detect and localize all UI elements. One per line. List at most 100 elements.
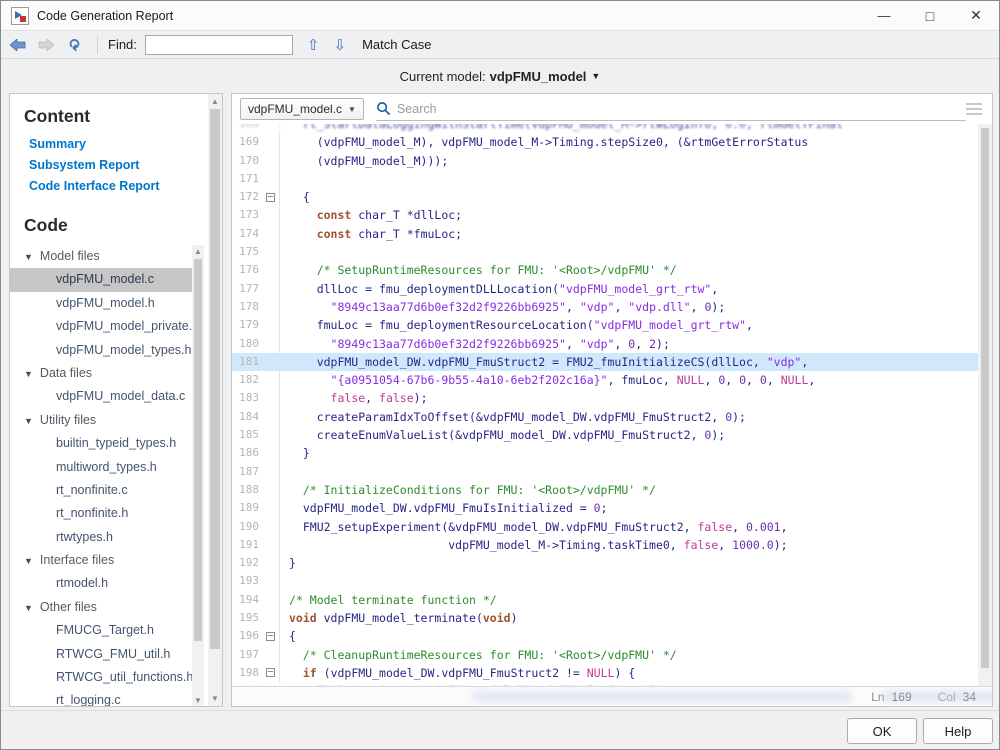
code-line[interactable]: 188 /* InitializeConditions for FMU: '<R… xyxy=(232,481,978,499)
caret-down-icon[interactable]: ▼ xyxy=(24,252,33,262)
menu-icon[interactable] xyxy=(966,100,982,118)
forward-icon[interactable] xyxy=(35,35,57,55)
caret-down-icon[interactable]: ▼ xyxy=(24,416,33,426)
fold-spacer xyxy=(264,243,279,261)
code-line[interactable]: 194/* Model terminate function */ xyxy=(232,591,978,609)
line-number: 189 xyxy=(232,499,264,517)
line-number: 180 xyxy=(232,335,264,353)
tree-group[interactable]: ▼Other files xyxy=(10,596,192,619)
code-line[interactable]: 184 createParamIdxToOffset(&vdpFMU_model… xyxy=(232,408,978,426)
code-line[interactable]: 183 false, false); xyxy=(232,389,978,407)
tree-file-item[interactable]: rt_nonfinite.c xyxy=(10,479,192,502)
find-next-icon[interactable]: ⇩ xyxy=(333,36,346,54)
code-line[interactable]: 171 xyxy=(232,170,978,188)
back-icon[interactable] xyxy=(7,35,29,55)
sidebar-scroll-down-icon[interactable]: ▼ xyxy=(208,694,222,703)
code-line[interactable]: 181 vdpFMU_model_DW.vdpFMU_FmuStruct2 = … xyxy=(232,353,978,371)
code-text: "8949c13aa77d6b0ef32d2f9226bb6925", "vdp… xyxy=(279,298,978,316)
fold-spacer xyxy=(264,499,279,517)
tree-file-item[interactable]: rtmodel.h xyxy=(10,572,192,595)
code-line[interactable]: 175 xyxy=(232,243,978,261)
code-line[interactable]: 179 fmuLoc = fmu_deploymentResourceLocat… xyxy=(232,316,978,334)
code-line[interactable]: 182 "{a0951054-67b6-9b55-4a10-6eb2f202c1… xyxy=(232,371,978,389)
refresh-icon[interactable]: ⟳ xyxy=(64,34,84,56)
code-line[interactable]: 193 xyxy=(232,572,978,590)
fold-toggle[interactable]: – xyxy=(264,188,279,206)
caret-down-icon[interactable]: ▼ xyxy=(24,369,33,379)
tree-file-item[interactable]: vdpFMU_model.c xyxy=(10,268,192,291)
code-line[interactable]: 186 } xyxy=(232,444,978,462)
fold-toggle[interactable]: – xyxy=(264,664,279,682)
file-dropdown[interactable]: vdpFMU_model.c ▼ xyxy=(240,98,364,120)
tree-group[interactable]: ▼Data files xyxy=(10,362,192,385)
code-line[interactable]: 185 createEnumValueList(&vdpFMU_model_DW… xyxy=(232,426,978,444)
code-line[interactable]: 173 const char_T *dllLoc; xyxy=(232,206,978,224)
tree-file-item[interactable]: vdpFMU_model_types.h xyxy=(10,339,192,362)
help-button[interactable]: Help xyxy=(923,718,993,744)
find-input[interactable] xyxy=(145,35,293,55)
sidebar-scroll-thumb[interactable] xyxy=(210,109,220,649)
code-line[interactable]: 195void vdpFMU_model_terminate(void) xyxy=(232,609,978,627)
code-line[interactable]: 176 /* SetupRuntimeResources for FMU: '<… xyxy=(232,261,978,279)
code-line[interactable]: 187 xyxy=(232,463,978,481)
tree-file-item[interactable]: FMUCG_Target.h xyxy=(10,619,192,642)
fold-spacer xyxy=(264,280,279,298)
tree-file-item[interactable]: rt_logging.c xyxy=(10,689,192,707)
collapse-minus-icon[interactable]: – xyxy=(266,668,275,677)
close-icon[interactable]: ✕ xyxy=(953,1,999,30)
code-line[interactable]: 177 dllLoc = fmu_deploymentDLLLocation("… xyxy=(232,280,978,298)
match-case-toggle[interactable]: Match Case xyxy=(362,37,431,52)
tree-scroll-up-icon[interactable]: ▲ xyxy=(192,247,204,256)
code-line[interactable]: 178 "8949c13aa77d6b0ef32d2f9226bb6925", … xyxy=(232,298,978,316)
sidebar-scroll-up-icon[interactable]: ▲ xyxy=(208,97,222,106)
tree-group[interactable]: ▼Interface files xyxy=(10,549,192,572)
content-link[interactable]: Code Interface Report xyxy=(29,176,222,197)
line-number: 185 xyxy=(232,426,264,444)
minimize-icon[interactable]: — xyxy=(861,1,907,30)
current-model-caret-icon[interactable]: ▼ xyxy=(591,71,600,81)
code-line[interactable]: 191 vdpFMU_model_M->Timing.taskTime0, fa… xyxy=(232,536,978,554)
sidebar-scrollbar[interactable]: ▲ ▼ xyxy=(208,94,222,706)
line-number: 175 xyxy=(232,243,264,261)
code-line[interactable]: 180 "8949c13aa77d6b0ef32d2f9226bb6925", … xyxy=(232,335,978,353)
tree-scroll-thumb[interactable] xyxy=(194,259,202,641)
tree-file-item[interactable]: vdpFMU_model.h xyxy=(10,292,192,315)
tree-file-item[interactable]: RTWCG_util_functions.h xyxy=(10,666,192,689)
code-line[interactable]: 189 vdpFMU_model_DW.vdpFMU_FmuIsInitiali… xyxy=(232,499,978,517)
search-input[interactable] xyxy=(397,102,937,116)
tree-file-item[interactable]: builtin_typeid_types.h xyxy=(10,432,192,455)
tree-file-item[interactable]: rt_nonfinite.h xyxy=(10,502,192,525)
code-line[interactable]: 192} xyxy=(232,554,978,572)
find-previous-icon[interactable]: ⇧ xyxy=(307,36,320,54)
maximize-icon[interactable]: □ xyxy=(907,1,953,30)
code-line[interactable]: 197 /* CleanupRuntimeResources for FMU: … xyxy=(232,646,978,664)
code-line[interactable]: 169 (vdpFMU_model_M), vdpFMU_model_M->Ti… xyxy=(232,133,978,151)
caret-down-icon[interactable]: ▼ xyxy=(24,603,33,613)
code-line[interactable]: 196–{ xyxy=(232,627,978,645)
fold-toggle[interactable]: – xyxy=(264,627,279,645)
tree-scrollbar[interactable]: ▲ ▼ xyxy=(192,245,204,707)
code-line[interactable]: 174 const char_T *fmuLoc; xyxy=(232,225,978,243)
tree-file-item[interactable]: multiword_types.h xyxy=(10,456,192,479)
collapse-minus-icon[interactable]: – xyxy=(266,193,275,202)
tree-scroll-down-icon[interactable]: ▼ xyxy=(192,696,204,705)
tree-group[interactable]: ▼Model files xyxy=(10,245,192,268)
tree-file-item[interactable]: rtwtypes.h xyxy=(10,526,192,549)
code-line[interactable]: 190 FMU2_setupExperiment(&vdpFMU_model_D… xyxy=(232,518,978,536)
tree-group[interactable]: ▼Utility files xyxy=(10,409,192,432)
ok-button[interactable]: OK xyxy=(847,718,917,744)
tree-file-item[interactable]: vdpFMU_model_data.c xyxy=(10,385,192,408)
code-line[interactable]: 172– { xyxy=(232,188,978,206)
collapse-minus-icon[interactable]: – xyxy=(266,632,275,641)
line-number: 168 xyxy=(232,124,264,133)
code-scrollbar[interactable] xyxy=(978,124,992,688)
code-scroll-thumb[interactable] xyxy=(981,128,989,668)
content-link[interactable]: Subsystem Report xyxy=(29,155,222,176)
code-line[interactable]: 170 (vdpFMU_model_M))); xyxy=(232,152,978,170)
caret-down-icon[interactable]: ▼ xyxy=(24,556,33,566)
code-line[interactable]: 198– if (vdpFMU_model_DW.vdpFMU_FmuStruc… xyxy=(232,664,978,682)
tree-file-item[interactable]: vdpFMU_model_private.h xyxy=(10,315,192,338)
content-link[interactable]: Summary xyxy=(29,134,222,155)
tree-file-item[interactable]: RTWCG_FMU_util.h xyxy=(10,643,192,666)
code-line[interactable]: 168 rt_StartDataLoggingWithStartTime(vdp… xyxy=(232,124,978,133)
